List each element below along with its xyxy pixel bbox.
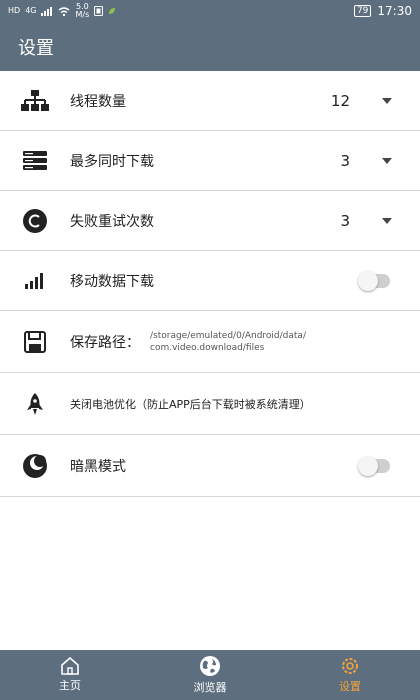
setting-label: 失败重试次数 — [70, 213, 154, 230]
setting-value: 3 — [340, 151, 350, 170]
hd-indicator: HD — [8, 6, 21, 15]
battery-indicator: 79 — [353, 5, 372, 17]
setting-mobile-data[interactable]: 移动数据下载 — [0, 251, 420, 311]
wifi-icon — [59, 6, 70, 16]
cellular-signal-icon — [41, 6, 53, 16]
chevron-down-icon[interactable] — [382, 217, 392, 224]
bottom-tab-bar: 主页 浏览器 设置 — [0, 650, 420, 700]
server-stack-icon — [18, 144, 52, 178]
notification-icon — [94, 6, 104, 16]
save-icon — [18, 325, 52, 359]
speed-unit: M/s — [75, 10, 90, 19]
setting-battery-optimization[interactable]: 关闭电池优化（防止APP后台下载时被系统清理） — [0, 373, 420, 435]
toggle-knob — [358, 455, 378, 476]
tab-label: 设置 — [339, 680, 361, 693]
status-left: HD 4G 5.0 M/s — [8, 3, 116, 19]
setting-thread-count[interactable]: 线程数量 12 — [0, 71, 420, 131]
gear-icon — [342, 658, 358, 674]
settings-list: 线程数量 12 最多同时下载 3 失败重试次数 3 移动数据下载 保存路径： /… — [0, 71, 420, 497]
setting-label: 线程数量 — [70, 93, 126, 110]
leaf-icon — [109, 8, 116, 14]
home-icon — [61, 657, 79, 675]
rocket-icon — [18, 387, 52, 421]
mobile-data-toggle[interactable] — [358, 270, 390, 291]
globe-icon — [200, 656, 220, 676]
setting-dark-mode[interactable]: 暗黑模式 — [0, 435, 420, 497]
setting-retry-count[interactable]: 失败重试次数 3 — [0, 191, 420, 251]
setting-label: 移动数据下载 — [70, 273, 154, 290]
moon-icon — [18, 449, 52, 483]
status-bar: HD 4G 5.0 M/s 79 17:30 — [0, 0, 420, 22]
setting-value: 3 — [340, 211, 350, 230]
tab-home[interactable]: 主页 — [0, 650, 140, 700]
status-right: 79 17:30 — [353, 4, 412, 18]
retry-icon — [18, 204, 52, 238]
network-icon — [18, 84, 52, 118]
tab-browser[interactable]: 浏览器 — [140, 650, 280, 700]
dark-mode-toggle[interactable] — [358, 455, 390, 476]
toggle-knob — [358, 270, 378, 291]
tab-settings[interactable]: 设置 — [280, 650, 420, 700]
app-header: 设置 — [0, 22, 420, 71]
setting-max-downloads[interactable]: 最多同时下载 3 — [0, 131, 420, 191]
setting-label: 关闭电池优化（防止APP后台下载时被系统清理） — [70, 397, 311, 411]
signal-bars-icon — [18, 264, 52, 298]
setting-label: 暗黑模式 — [70, 458, 126, 475]
network-speed: 5.0 M/s — [75, 3, 89, 19]
page-title: 设置 — [18, 37, 54, 59]
signal-label: 4G — [25, 6, 37, 15]
setting-save-path[interactable]: 保存路径： /storage/emulated/0/Android/data/ … — [0, 311, 420, 373]
setting-label: 最多同时下载 — [70, 153, 154, 170]
chevron-down-icon[interactable] — [382, 97, 392, 104]
tab-label: 浏览器 — [193, 681, 227, 694]
setting-value: 12 — [330, 91, 350, 110]
chevron-down-icon[interactable] — [382, 157, 392, 164]
save-path-value: /storage/emulated/0/Android/data/ com.vi… — [150, 330, 306, 353]
tab-label: 主页 — [59, 679, 81, 692]
setting-label: 保存路径： — [70, 334, 140, 351]
clock: 17:30 — [377, 4, 412, 18]
